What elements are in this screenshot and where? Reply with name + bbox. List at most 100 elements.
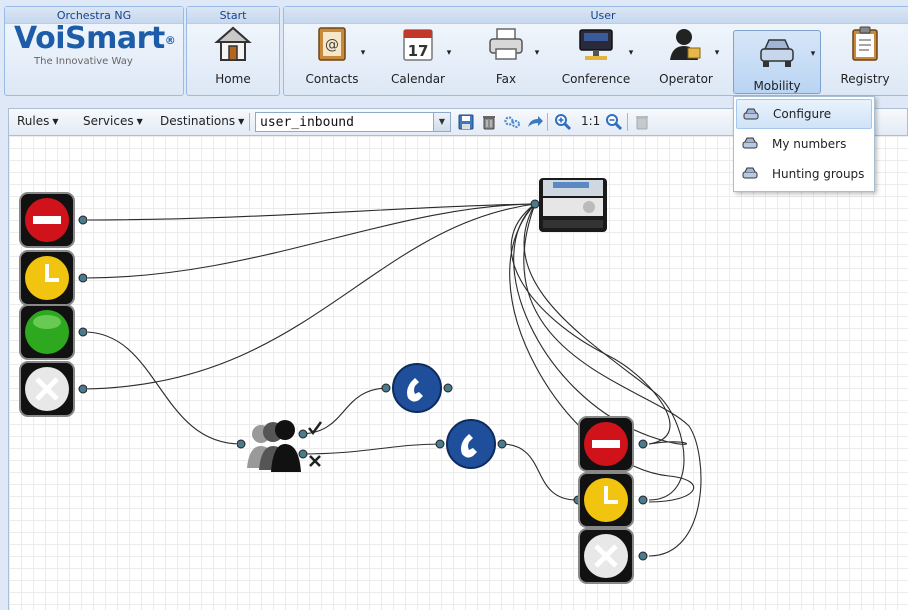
ruleset-input[interactable] [256, 113, 432, 131]
calendar-icon: 17 [403, 29, 433, 61]
zoom-reset-button[interactable]: 1:1 [581, 114, 600, 128]
destinations-menu[interactable]: Destinations ▼ [160, 114, 244, 128]
calendar-button[interactable]: 17 Calendar ▾ [382, 24, 454, 90]
conference-button[interactable]: Conference ▾ [556, 24, 636, 90]
time-signal-node[interactable] [19, 250, 88, 309]
zoom-out-icon[interactable] [605, 113, 623, 131]
caret-down-icon: ▼ [136, 117, 143, 126]
menu-item-hunting-groups[interactable]: Hunting groups [736, 159, 872, 189]
redo-icon[interactable] [526, 113, 544, 131]
fax-label: Fax [495, 72, 517, 86]
mobility-button[interactable]: Mobility ▾ [733, 30, 821, 94]
rules-label: Rules [17, 114, 50, 128]
fax-button[interactable]: Fax ▾ [470, 24, 542, 90]
phone-icon [381, 363, 453, 413]
no-entry-icon [19, 192, 88, 248]
svg-text:@: @ [325, 37, 339, 53]
x-icon [19, 361, 88, 417]
car-icon [742, 137, 758, 149]
phone-icon [435, 419, 507, 469]
car-icon [760, 39, 794, 67]
toolbar-separator [249, 113, 250, 131]
calendar-day-number: 17 [408, 42, 429, 60]
operator-button[interactable]: Operator ▾ [650, 24, 722, 90]
contacts-button[interactable]: @ Contacts ▾ [296, 24, 368, 90]
services-label: Services [83, 114, 134, 128]
group-title-user: User [284, 7, 908, 24]
reject-signal-node-2[interactable] [573, 528, 655, 587]
contacts-dropdown-arrow[interactable]: ▾ [358, 48, 368, 58]
green-light-icon [19, 304, 88, 360]
logo-tagline: The Innovative Way [34, 56, 133, 67]
clipboard-icon [852, 26, 878, 61]
delete-icon[interactable] [633, 113, 651, 131]
calendar-label: Calendar [391, 72, 445, 86]
ribbon: Orchestra NG VoiSmart® The Innovative Wa… [0, 0, 908, 98]
fax-dropdown-arrow[interactable]: ▾ [532, 48, 542, 58]
call-node-2[interactable] [435, 418, 507, 473]
group-icon [236, 420, 323, 472]
operator-label: Operator [659, 72, 713, 86]
group-title-start: Start [187, 7, 279, 24]
operator-icon [670, 29, 701, 60]
trash-icon[interactable] [480, 113, 498, 131]
logo-word: VoiSmart [14, 21, 165, 56]
clock-icon [573, 472, 648, 528]
flow-canvas[interactable] [8, 136, 908, 610]
toolbar-separator [547, 113, 548, 131]
toolbar-separator [627, 113, 628, 131]
clock-icon [19, 250, 88, 306]
menu-item-label: Hunting groups [772, 167, 865, 181]
gears-icon[interactable] [503, 113, 521, 131]
car-icon [743, 108, 759, 120]
rules-menu[interactable]: Rules ▼ [17, 114, 59, 128]
conference-icon [579, 29, 613, 60]
hunting-group-node[interactable] [236, 416, 327, 479]
logo-registered-mark: ® [164, 34, 176, 47]
reject-signal-node[interactable] [19, 361, 88, 420]
home-button[interactable]: Home [205, 24, 261, 90]
registry-button[interactable]: Registry [830, 24, 900, 90]
menu-item-label: Configure [773, 107, 832, 121]
ruleset-combo[interactable]: ▼ [255, 112, 451, 132]
car-icon [742, 167, 758, 179]
wire [83, 203, 536, 221]
contacts-label: Contacts [305, 72, 359, 86]
zoom-in-icon[interactable] [554, 113, 572, 131]
menu-item-label: My numbers [772, 137, 847, 151]
calendar-dropdown-arrow[interactable]: ▾ [444, 48, 454, 58]
registry-label: Registry [840, 72, 890, 86]
call-node-1[interactable] [381, 362, 453, 417]
mobility-label: Mobility [753, 79, 801, 93]
menu-item-my-numbers[interactable]: My numbers [736, 129, 872, 159]
allow-signal-node[interactable] [19, 304, 88, 363]
save-icon[interactable] [457, 113, 475, 131]
desk-phone-icon [530, 178, 607, 232]
wire [513, 203, 688, 445]
wire [83, 203, 536, 279]
home-icon [214, 26, 252, 61]
caret-down-icon: ▼ [238, 117, 245, 126]
destinations-label: Destinations [160, 114, 236, 128]
operator-dropdown-arrow[interactable]: ▾ [712, 48, 722, 58]
combo-dropdown-icon[interactable]: ▼ [433, 113, 450, 131]
voismart-logo: VoiSmart® The Innovative Way [14, 21, 176, 82]
conference-dropdown-arrow[interactable]: ▾ [626, 48, 636, 58]
flow-wires [83, 203, 702, 557]
wire [500, 443, 578, 501]
wire [510, 203, 671, 445]
conference-label: Conference [561, 72, 631, 86]
mobility-menu: Configure My numbers Hunting groups [733, 96, 875, 192]
wire [83, 203, 536, 390]
desk-phone-node[interactable] [529, 174, 611, 239]
menu-item-configure[interactable]: Configure [736, 99, 872, 129]
deny-signal-node[interactable] [19, 192, 88, 251]
no-entry-icon [578, 416, 648, 472]
services-menu[interactable]: Services ▼ [83, 114, 143, 128]
time-signal-node-2[interactable] [573, 472, 655, 531]
address-book-icon: @ [318, 27, 346, 61]
mobility-dropdown-arrow[interactable]: ▾ [808, 49, 818, 59]
home-label: Home [215, 72, 251, 86]
deny-signal-node-2[interactable] [573, 416, 655, 475]
printer-icon [489, 28, 523, 60]
